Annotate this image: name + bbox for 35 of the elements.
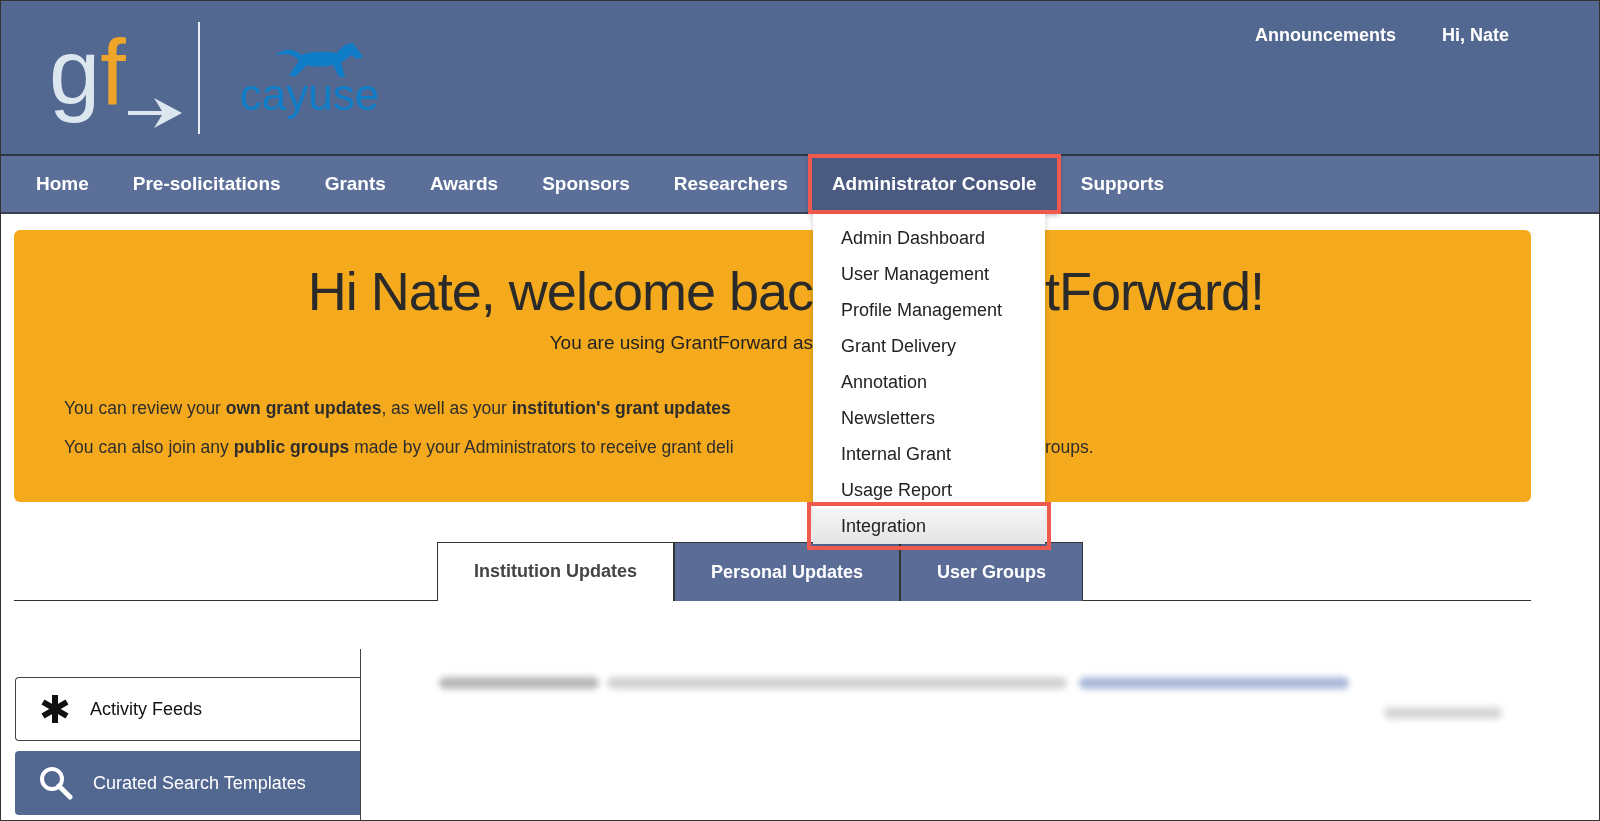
tab[interactable]: Institution Updates bbox=[437, 542, 674, 601]
menu-item[interactable]: Internal Grant bbox=[813, 436, 1045, 472]
menu-item[interactable]: Annotation bbox=[813, 364, 1045, 400]
nav-item[interactable]: Researchers bbox=[651, 156, 810, 212]
side-menu-item[interactable]: Curated Search Templates bbox=[15, 751, 360, 815]
nav-item[interactable]: Grants bbox=[302, 156, 408, 212]
nav-item[interactable]: Home bbox=[14, 156, 111, 212]
menu-item[interactable]: Newsletters bbox=[813, 400, 1045, 436]
header-link[interactable]: Hi, Nate bbox=[1441, 25, 1509, 47]
menu-item[interactable]: Grant Delivery bbox=[813, 328, 1045, 364]
info-text: You can also join any public groups made by your Administrators to receive grant deli bbox=[63, 437, 735, 458]
welcome-title: tForward! bbox=[1045, 260, 1266, 322]
menu-item[interactable]: Usage Report bbox=[813, 472, 1045, 508]
nav-item[interactable]: Administrator Console bbox=[809, 156, 1059, 212]
tab[interactable]: Personal Updates bbox=[674, 542, 901, 601]
menu-item[interactable]: Profile Management bbox=[813, 292, 1045, 328]
logo-text: cayuse bbox=[239, 72, 380, 117]
side-menu-item[interactable]: Activity Feeds bbox=[15, 677, 360, 741]
tab[interactable]: User Groups bbox=[900, 542, 1084, 601]
nav-item[interactable]: Pre-solicitations bbox=[110, 156, 303, 212]
subtitle: You are using GrantForward as bbox=[548, 332, 813, 354]
menu-item[interactable]: Admin Dashboard bbox=[813, 220, 1045, 256]
header-link[interactable]: Announcements bbox=[1254, 25, 1396, 47]
info-text: roups. bbox=[1045, 437, 1095, 458]
arrow-icon bbox=[127, 95, 184, 130]
nav-item[interactable]: Sponsors bbox=[520, 156, 652, 212]
welcome-title: Hi Nate, welcome bac bbox=[306, 260, 813, 322]
menu-item[interactable]: User Management bbox=[813, 256, 1045, 292]
asterisk-icon bbox=[40, 694, 70, 724]
logo-letter: g bbox=[49, 20, 101, 126]
nav-item[interactable]: Awards bbox=[407, 156, 521, 212]
nav-item[interactable]: Supports bbox=[1058, 156, 1187, 212]
search-icon bbox=[39, 766, 73, 800]
logo-letter: f bbox=[100, 20, 126, 126]
info-text: You can review your own grant updates, as well as your institution's grant updates bbox=[63, 398, 732, 419]
